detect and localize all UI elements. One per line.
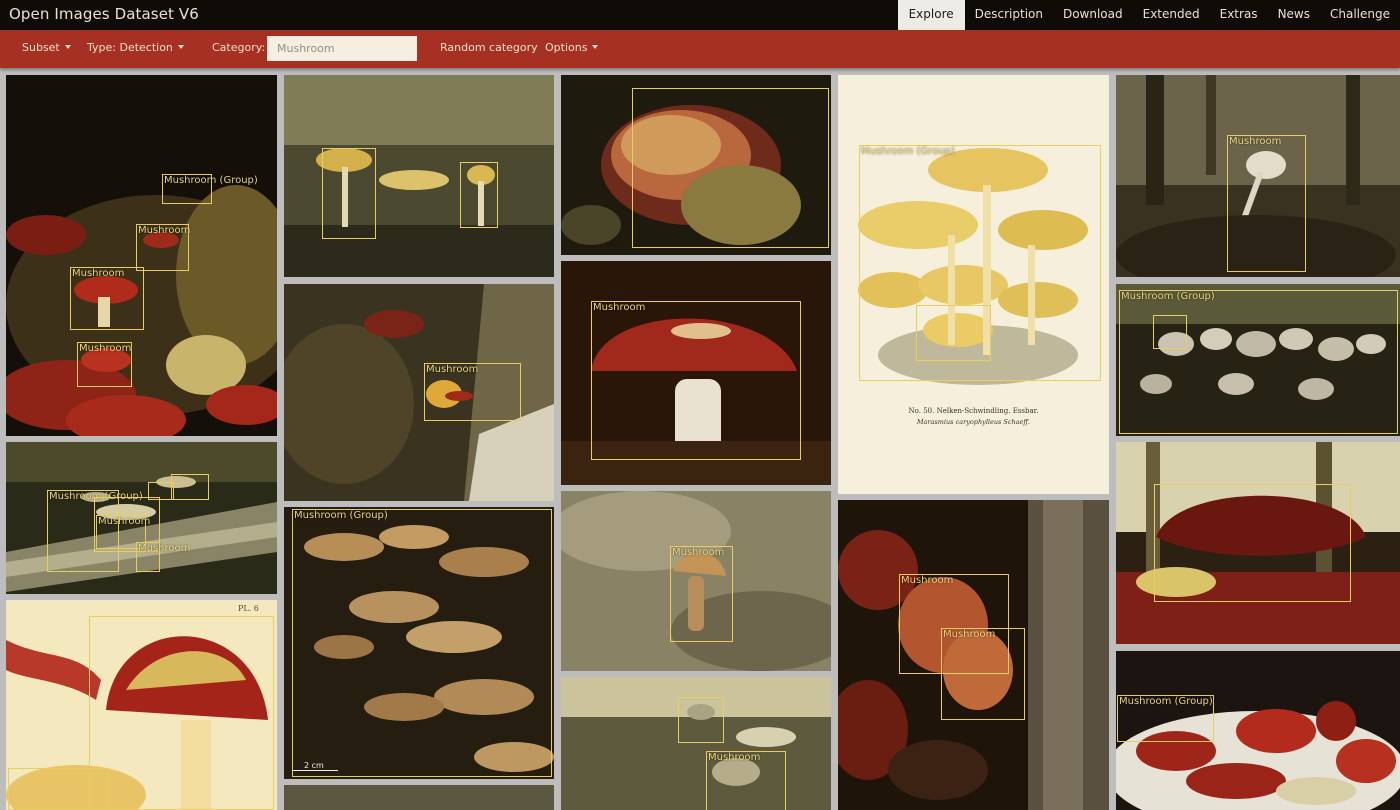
- category-label: Category:: [212, 41, 266, 54]
- bounding-box: Mushroom: [1227, 135, 1306, 272]
- bounding-box: Mushroom (Group): [292, 509, 552, 777]
- tab-news[interactable]: News: [1268, 0, 1320, 30]
- image-tile[interactable]: Mushroom: [561, 491, 831, 671]
- plate-caption-latin: Marasmius caryophylleus Schaeff.: [916, 418, 1031, 426]
- bbox-label: Mushroom (Group): [1121, 291, 1215, 302]
- subset-dropdown[interactable]: Subset: [22, 41, 71, 54]
- bbox-label: Mushroom: [672, 547, 725, 558]
- image-tile[interactable]: Mushroom (Group) Mushroom Mushroom: [6, 442, 277, 594]
- bbox-label: Mushroom: [426, 364, 479, 375]
- bbox-label: Mushroom: [79, 343, 132, 354]
- bbox-label: Mushroom (Group): [164, 175, 258, 186]
- bbox-label: Mushroom: [1229, 136, 1282, 147]
- bounding-box: [89, 616, 274, 810]
- bounding-box: Mushroom (Group): [1119, 290, 1398, 434]
- mushroom-photo: [284, 785, 554, 810]
- nav-tabs: Explore Description Download Extended Ex…: [897, 0, 1400, 30]
- bbox-label: Mushroom: [943, 629, 996, 640]
- image-tile[interactable]: Mushroom: [561, 677, 831, 810]
- image-tile[interactable]: Mushroom: [284, 284, 554, 501]
- bounding-box: [678, 697, 724, 743]
- plate-caption-title: No. 50. Nelken-Schwindling. Essbar.: [908, 407, 1039, 415]
- top-navbar: Open Images Dataset V6 Explore Descripti…: [0, 0, 1400, 30]
- tab-challenge[interactable]: Challenge: [1320, 0, 1400, 30]
- image-tile[interactable]: [561, 75, 831, 255]
- bbox-label: Mushroom: [72, 268, 125, 279]
- bounding-box: Mushroom: [77, 342, 132, 387]
- bounding-box: Mushroom: [670, 546, 733, 642]
- tab-download[interactable]: Download: [1053, 0, 1133, 30]
- scale-bar: 2 cm: [292, 761, 338, 771]
- image-tile[interactable]: Mushroom (Group) Mushroom Mushroom Mushr…: [6, 75, 277, 436]
- subset-label: Subset: [22, 41, 60, 54]
- plate-number: PL. 6: [238, 604, 259, 613]
- category-input[interactable]: [267, 36, 417, 61]
- bbox-label: Mushroom: [138, 225, 191, 236]
- image-tile[interactable]: [284, 785, 554, 810]
- bounding-box: Mushroom: [941, 628, 1025, 720]
- chevron-down-icon: [64, 45, 71, 49]
- bounding-box: Mushroom: [591, 301, 801, 460]
- bounding-box: Mushroom: [136, 224, 191, 271]
- bbox-label: Mushroom (Group): [861, 146, 955, 157]
- chevron-down-icon: [177, 45, 184, 49]
- bounding-box: Mushroom (Group): [1117, 695, 1214, 742]
- image-tile[interactable]: Mushroom: [1116, 75, 1400, 277]
- bbox-label: Mushroom: [593, 302, 646, 313]
- bbox-label: Mushroom (Group): [1119, 696, 1213, 707]
- tab-explore[interactable]: Explore: [897, 0, 965, 30]
- bounding-box: Mushroom: [70, 267, 144, 330]
- bounding-box: [632, 88, 829, 248]
- bounding-box: [8, 768, 108, 810]
- type-dropdown[interactable]: Type: Detection: [87, 41, 184, 54]
- image-tile[interactable]: Mushroom (Group): [1116, 651, 1400, 810]
- bbox-label: Mushroom: [98, 516, 151, 527]
- bounding-box: [322, 148, 376, 239]
- bbox-label: Mushroom (Group): [294, 510, 388, 521]
- image-tile[interactable]: Mushroom Mushroom: [838, 500, 1109, 810]
- bbox-label: Mushroom: [901, 575, 954, 586]
- bounding-box: [171, 474, 209, 500]
- bounding-box: Mushroom (Group): [162, 174, 258, 204]
- bbox-label: Mushroom: [708, 752, 761, 763]
- tab-description[interactable]: Description: [965, 0, 1053, 30]
- bounding-box: [460, 162, 498, 228]
- random-category-button[interactable]: Random category: [440, 41, 538, 54]
- chevron-down-icon: [592, 45, 599, 49]
- image-tile[interactable]: Mushroom (Group): [1116, 284, 1400, 436]
- image-tile[interactable]: Mushroom: [561, 261, 831, 485]
- image-tile[interactable]: [1116, 442, 1400, 644]
- bounding-box: Mushroom: [706, 751, 786, 810]
- bounding-box: Mushroom: [424, 363, 521, 421]
- image-tile[interactable]: Mushroom (Group) No. 50. Nelken-Schwindl…: [838, 75, 1109, 494]
- type-label: Type: Detection: [87, 41, 173, 54]
- bounding-box: [1154, 484, 1351, 602]
- bounding-box: Mushroom: [136, 542, 190, 572]
- tab-extended[interactable]: Extended: [1133, 0, 1210, 30]
- bounding-box: [1153, 315, 1187, 349]
- image-tile[interactable]: [284, 75, 554, 277]
- image-tile[interactable]: PL. 6: [6, 600, 277, 810]
- options-dropdown[interactable]: Options: [545, 41, 599, 54]
- filter-toolbar: Subset Type: Detection Category: Random …: [0, 30, 1400, 68]
- options-label: Options: [545, 41, 588, 54]
- tab-extras[interactable]: Extras: [1210, 0, 1268, 30]
- app-title[interactable]: Open Images Dataset V6: [9, 5, 199, 23]
- bounding-box: [916, 305, 991, 361]
- bbox-label: Mushroom: [138, 543, 191, 554]
- image-tile[interactable]: Mushroom (Group) 2 cm: [284, 507, 554, 779]
- scale-label: 2 cm: [304, 761, 324, 770]
